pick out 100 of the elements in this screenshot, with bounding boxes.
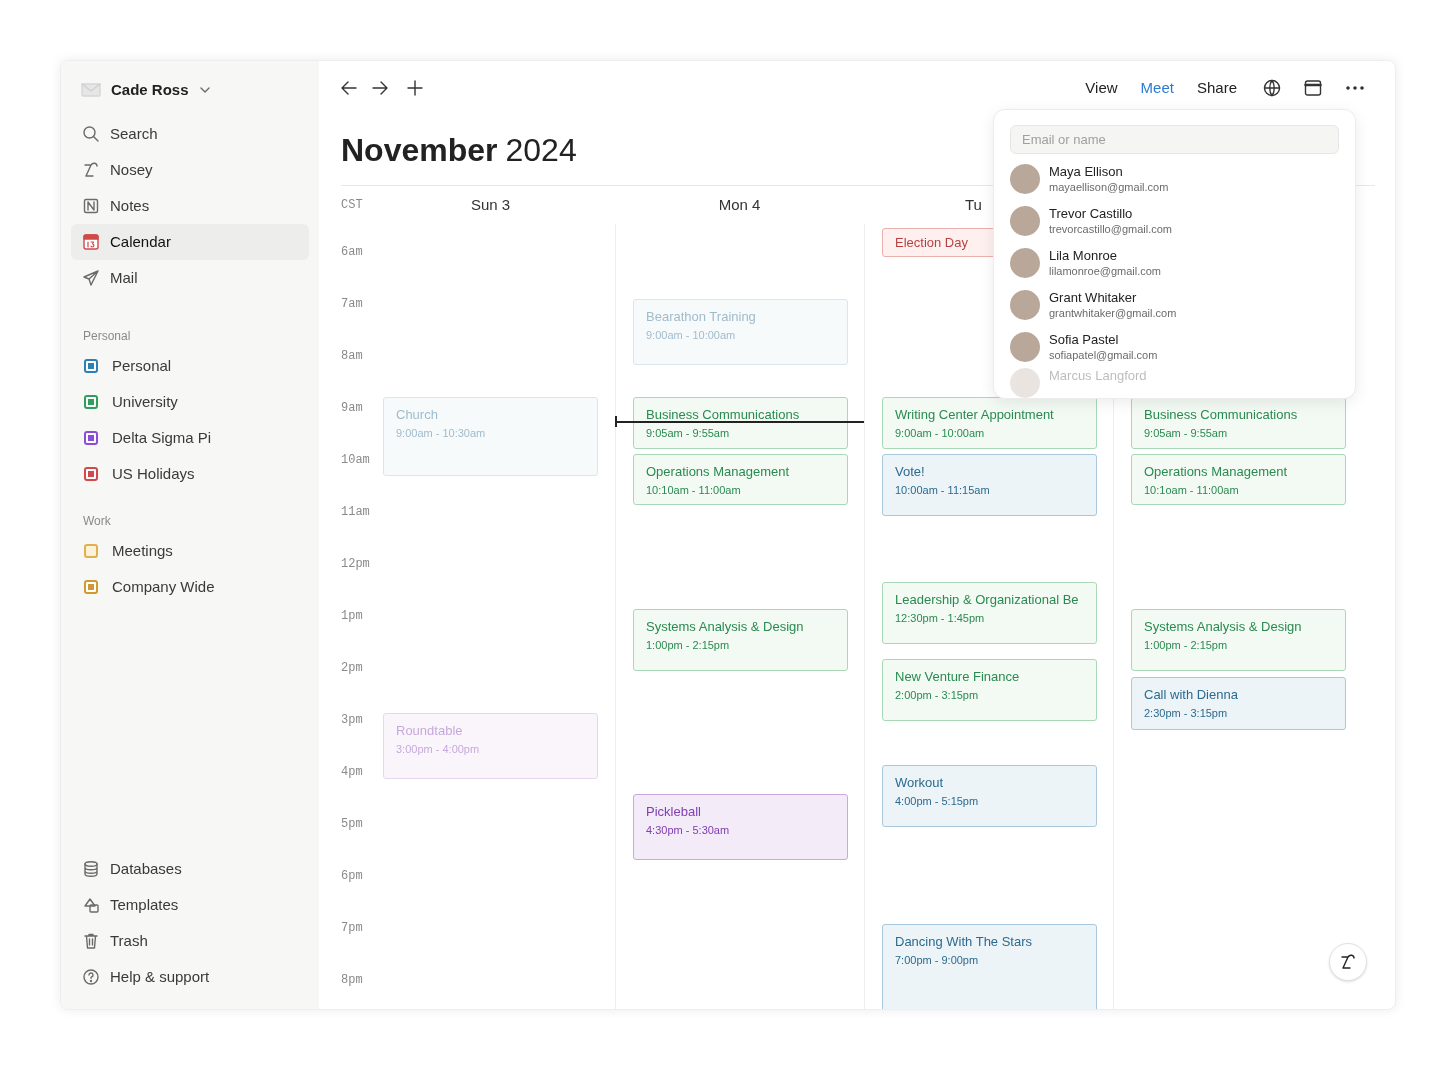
event-time: 3:00pm - 4:00pm [396,742,481,756]
time-label: 1pm [341,609,363,623]
event-card[interactable]: Pickleball 4:30pm - 5:30am [633,794,848,860]
event-card[interactable]: Vote! 10:00am - 11:15am [882,454,1097,516]
sidebar-item[interactable]: Help & support [71,959,309,995]
month-title: November [341,131,498,170]
event-card[interactable]: Systems Analysis & Design 1:00pm - 2:15pm [633,609,848,671]
globe-button[interactable] [1263,79,1281,97]
arrow-right-icon [371,79,389,97]
event-time: 9:05am - 9:55am [646,426,731,440]
calendar-icon [82,233,100,251]
calendar-view-button[interactable] [1304,79,1322,97]
event-title: New Venture Finance [895,669,1021,685]
sidebar-item[interactable]: Mail [71,260,309,296]
timezone-label: CST [341,197,364,214]
event-time: 2:30pm - 3:15pm [1144,706,1229,720]
account-name[interactable]: Cade Ross [111,78,189,102]
contact-item[interactable]: Maya Ellison mayaellison@gmail.com [1010,158,1339,200]
sidebar-item[interactable]: US Holidays [71,456,309,492]
avatar [1010,368,1040,398]
event-card[interactable]: Business Communications 9:05am - 9:55am [1131,397,1346,449]
time-label: 12pm [341,557,370,571]
sidebar-item[interactable]: Nosey [71,152,309,188]
database-icon [82,860,100,878]
envelope-icon [81,82,101,98]
time-label: 11am [341,505,370,519]
event-card[interactable]: Writing Center Appointment 9:00am - 10:00am [882,397,1097,449]
sidebar-item[interactable]: Trash [71,923,309,959]
section-label: Work [82,513,112,530]
window-icon [1304,79,1322,97]
contact-email: mayaellison@gmail.com [1049,179,1169,195]
more-icon [1345,85,1365,91]
time-label: 6pm [341,869,363,883]
add-button[interactable] [406,79,424,97]
event-title: Election Day [895,234,968,251]
event-title: Leadership & Organizational Be [895,592,1080,608]
event-card[interactable]: New Venture Finance 2:00pm - 3:15pm [882,659,1097,721]
event-title: Bearathon Training [646,309,757,325]
checkbox-icon [84,580,98,594]
event-title: Roundtable [396,723,464,739]
event-card[interactable]: Systems Analysis & Design 1:00pm - 2:15pm [1131,609,1346,671]
event-time: 2:00pm - 3:15pm [895,688,980,702]
avatar [1010,206,1040,236]
event-time: 9:00am - 10:00am [895,426,986,440]
event-title: Pickleball [646,804,702,820]
event-card[interactable]: Business Communications 9:05am - 9:55am [633,397,848,449]
avatar [1010,164,1040,194]
checkbox-icon [84,359,98,373]
event-card[interactable]: Operations Management 10:1oam - 11:00am [1131,454,1346,505]
contact-item[interactable]: Sofia Pastel sofiapatel@gmail.com [1010,326,1339,368]
avatar [1010,290,1040,320]
time-label: 7am [341,297,363,311]
event-card[interactable]: Operations Management 10:10am - 11:00am [633,454,848,505]
event-title: Operations Management [1144,464,1289,480]
event-time: 9:00am - 10:00am [646,328,737,342]
event-time: 10:00am - 11:15am [895,483,991,497]
contact-name: Grant Whitaker [1049,289,1138,306]
toolbar-tab[interactable]: Meet [1140,76,1174,100]
search-icon [82,125,100,143]
event-card[interactable]: Workout 4:00pm - 5:15pm [882,765,1097,827]
event-title: Operations Management [646,464,791,480]
time-label: 9am [341,401,363,415]
notebook-icon [82,197,100,215]
checkbox-icon [84,431,98,445]
event-card[interactable]: Call with Dienna 2:30pm - 3:15pm [1131,677,1346,730]
day-header: Sun 3 [470,194,511,215]
event-time: 10:10am - 11:00am [646,483,742,497]
more-button[interactable] [1345,85,1365,91]
event-title: Vote! [895,464,926,480]
sidebar-item[interactable]: University [71,384,309,420]
sidebar-item[interactable]: Company Wide [71,569,309,605]
assistant-button[interactable] [1329,943,1367,981]
sidebar-item[interactable]: Search [71,116,309,152]
event-time: 4:00pm - 5:15pm [895,794,980,808]
squiggle-icon [82,161,100,179]
event-title: Dancing With The Stars [895,934,1034,950]
event-card[interactable]: Leadership & Organizational Be 12:30pm - 1:45pm [882,582,1097,644]
contact-name: Maya Ellison [1049,163,1124,180]
search-field[interactable]: Email or name [1010,125,1339,154]
sidebar-item[interactable]: Meetings [71,533,309,569]
avatar [1010,332,1040,362]
event-title: Church [396,407,439,423]
toolbar-tab[interactable]: Share [1196,76,1237,100]
event-title: Systems Analysis & Design [646,619,805,635]
toolbar-tab[interactable]: View [1085,76,1118,100]
sidebar-item[interactable]: Notes [71,188,309,224]
event-title: Call with Dienna [1144,687,1239,703]
event-time: 10:1oam - 11:00am [1144,483,1240,497]
sidebar-item[interactable]: Personal [71,348,309,384]
time-label: 7pm [341,921,363,935]
globe-icon [1263,79,1281,97]
contact-name: Marcus Langford [1049,368,1147,384]
sidebar-item[interactable]: Templates [71,887,309,923]
sidebar-item[interactable]: Databases [71,851,309,887]
event-card[interactable]: Dancing With The Stars 7:00pm - 9:00pm [882,924,1097,1009]
contact-item[interactable]: Grant Whitaker grantwhitaker@gmail.com [1010,284,1339,326]
sidebar-item[interactable]: Calendar [71,224,309,260]
event-time: 9:00am - 10:30am [396,426,487,440]
sidebar-item[interactable]: Delta Sigma Pi [71,420,309,456]
avatar [1010,248,1040,278]
